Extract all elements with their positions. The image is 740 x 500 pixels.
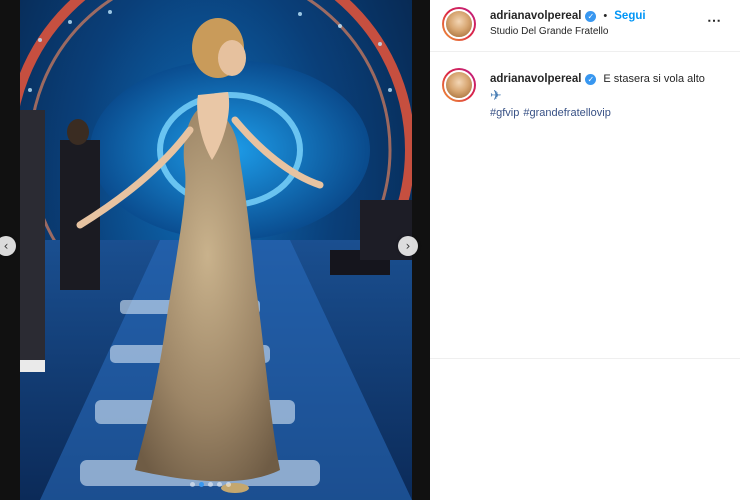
caption-avatar[interactable] (442, 68, 476, 102)
post-header: adrianavolpereal ✓ • Segui Studio Del Gr… (430, 0, 740, 52)
location-link[interactable]: Studio Del Grande Fratello (490, 26, 608, 37)
hashtag-link[interactable]: #gfvip (490, 107, 519, 119)
caption-username-link[interactable]: adrianavolpereal (490, 72, 581, 87)
avatar[interactable] (442, 7, 476, 41)
caption-text: adrianavolpereal ✓ E stasera si vola alt… (490, 72, 730, 121)
follow-button[interactable]: Segui (614, 10, 645, 22)
separator-dot: • (603, 10, 608, 22)
hashtag-link[interactable]: #grandefratellovip (523, 107, 610, 119)
instagram-post-view: ‹ › adrianavolpereal ✓ • Segui Studio De… (0, 0, 740, 500)
post-photo[interactable] (0, 0, 412, 500)
carousel-next-button[interactable]: › (398, 236, 418, 256)
photo-illustration (0, 0, 412, 500)
caption-body: E stasera si vola alto (603, 73, 705, 85)
chevron-left-icon: ‹ (3, 239, 9, 253)
carousel-dot (217, 482, 222, 487)
carousel-dot (208, 482, 213, 487)
chevron-right-icon: › (405, 239, 411, 253)
airplane-icon: ✈ (490, 88, 502, 104)
carousel-dot (199, 482, 204, 487)
carousel-dot (190, 482, 195, 487)
verified-badge-icon: ✓ (585, 74, 597, 85)
carousel-dot (226, 482, 231, 487)
more-options-icon[interactable]: ⋯ (707, 12, 722, 29)
verified-badge-icon: ✓ (585, 10, 597, 22)
header-user-row: adrianavolpereal ✓ • Segui (490, 10, 646, 22)
hashtag-list: #gfvip #grandefratellovip (490, 106, 730, 121)
comments-divider (430, 358, 740, 359)
post-side-panel: adrianavolpereal ✓ • Segui Studio Del Gr… (430, 0, 740, 500)
username-link[interactable]: adrianavolpereal (490, 10, 581, 22)
carousel-dots (190, 482, 231, 487)
